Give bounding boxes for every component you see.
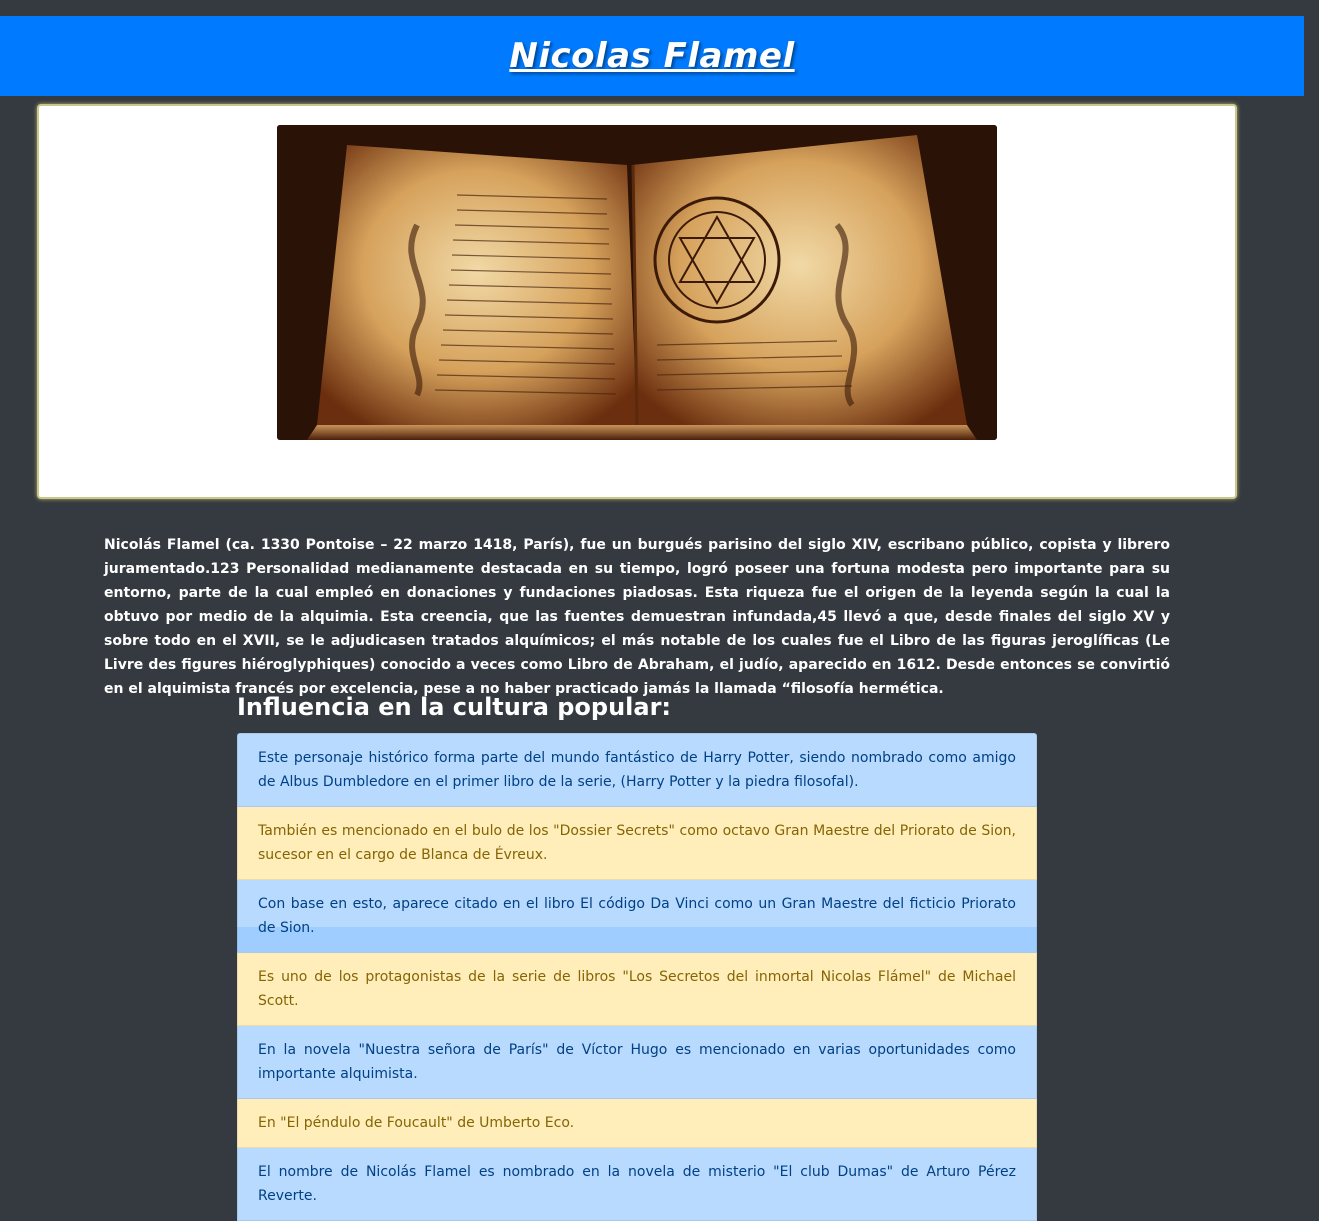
biography-text: Nicolás Flamel (ca. 1330 Pontoise – 22 m… xyxy=(104,537,1170,697)
list-item: También es mencionado en el bulo de los … xyxy=(237,807,1037,880)
list-item: Es uno de los protagonistas de la serie … xyxy=(237,953,1037,1026)
list-item: En "El péndulo de Foucault" de Umberto E… xyxy=(237,1099,1037,1148)
influence-list: Este personaje histórico forma parte del… xyxy=(237,733,1037,1221)
list-item: Este personaje histórico forma parte del… xyxy=(237,733,1037,807)
list-item: Con base en esto, aparece citado en el l… xyxy=(237,880,1037,953)
alchemy-book-image xyxy=(277,125,997,440)
influence-heading: Influencia en la cultura popular: xyxy=(237,693,672,721)
page-title[interactable]: Nicolas Flamel xyxy=(509,36,794,76)
page-header: Nicolas Flamel xyxy=(0,16,1304,96)
image-card xyxy=(37,104,1237,499)
list-item: En la novela "Nuestra señora de París" d… xyxy=(237,1026,1037,1099)
list-item: El nombre de Nicolás Flamel es nombrado … xyxy=(237,1148,1037,1221)
